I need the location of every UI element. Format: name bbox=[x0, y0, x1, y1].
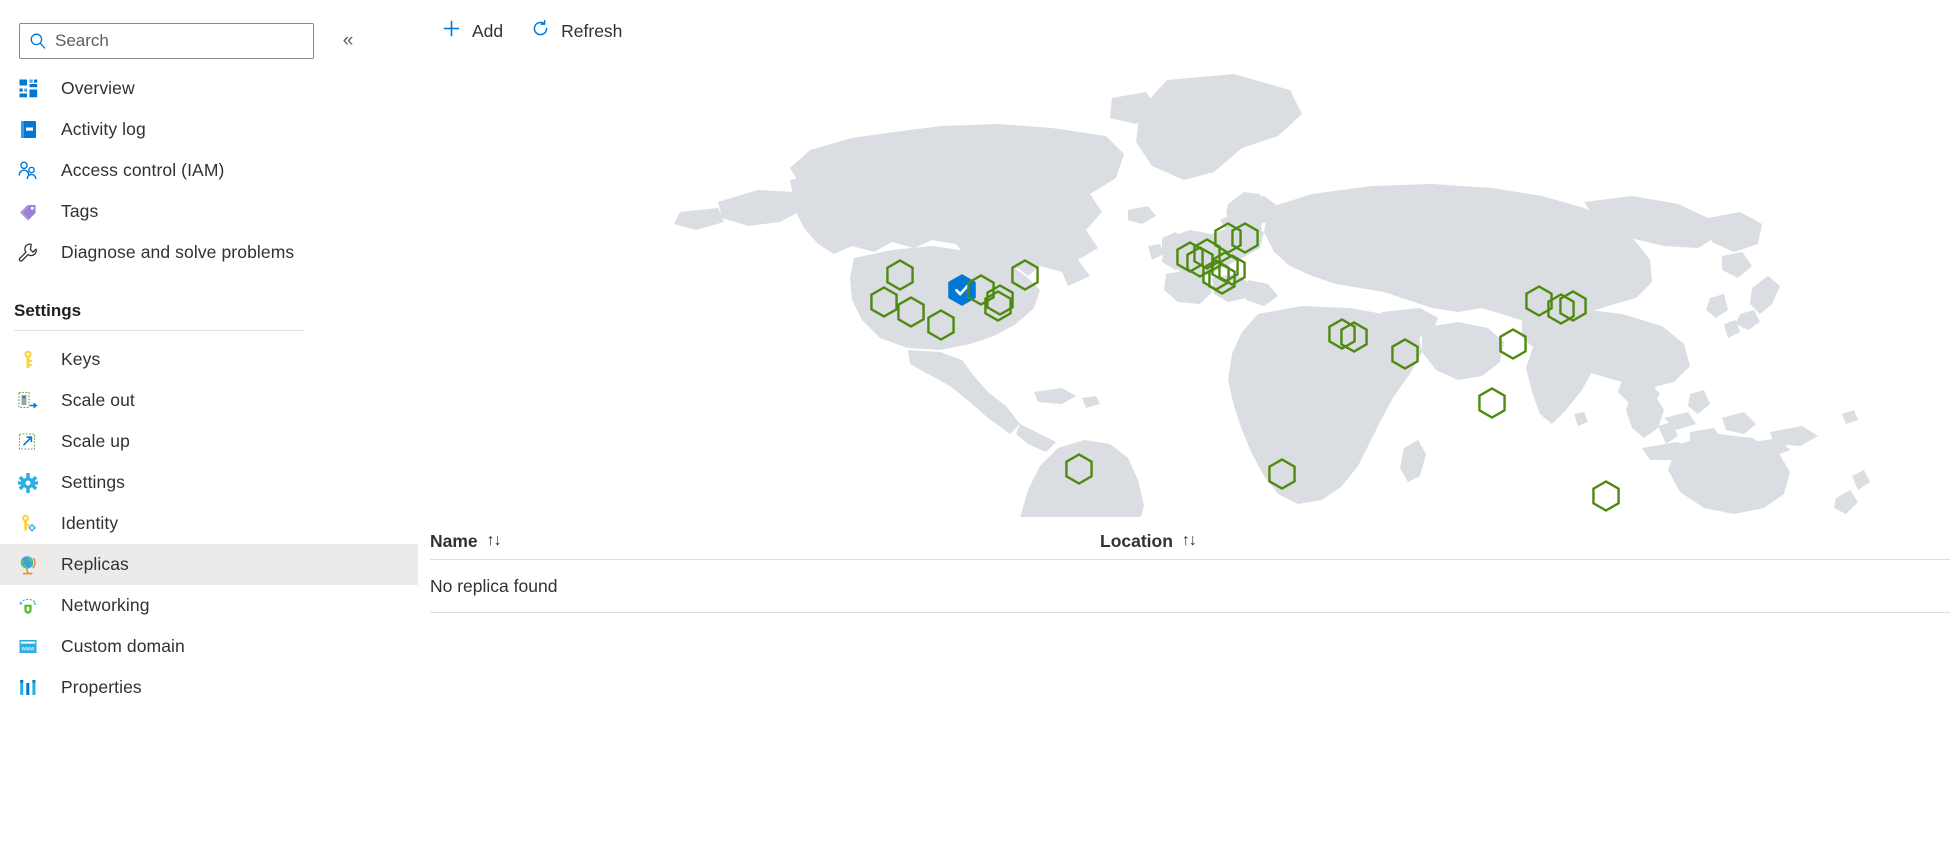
add-button[interactable]: Add bbox=[430, 11, 515, 51]
sidebar-item-label: Access control (IAM) bbox=[61, 160, 224, 181]
sidebar-item-label: Activity log bbox=[61, 119, 146, 140]
replica-world-map[interactable] bbox=[422, 62, 1952, 517]
search-input[interactable] bbox=[47, 25, 287, 57]
sort-arrows-icon: ↑↓ bbox=[487, 532, 501, 550]
sidebar-item-keys[interactable]: Keys bbox=[0, 339, 418, 380]
sidebar-item-tags[interactable]: Tags bbox=[0, 191, 418, 232]
table-header-row: Name ↑↓ Location ↑↓ bbox=[430, 517, 1950, 559]
replicas-main-panel: Add Refresh bbox=[418, 0, 1954, 864]
key-icon bbox=[14, 348, 42, 372]
refresh-button-label: Refresh bbox=[561, 21, 622, 42]
plus-icon bbox=[442, 19, 461, 43]
sidebar-item-label: Replicas bbox=[61, 554, 129, 575]
svg-text:www: www bbox=[21, 646, 36, 652]
scale-up-icon bbox=[14, 430, 42, 454]
sidebar-item-label: Custom domain bbox=[61, 636, 185, 657]
map-landmasses bbox=[674, 74, 1870, 517]
gear-icon bbox=[14, 471, 42, 495]
map-marker-australia-east[interactable] bbox=[1593, 482, 1618, 511]
sidebar-item-label: Scale up bbox=[61, 431, 130, 452]
sidebar-item-identity[interactable]: Identity bbox=[0, 503, 418, 544]
refresh-button[interactable]: Refresh bbox=[519, 11, 634, 51]
column-header-name[interactable]: Name ↑↓ bbox=[430, 531, 1100, 552]
empty-state-message: No replica found bbox=[430, 576, 557, 597]
column-header-location[interactable]: Location ↑↓ bbox=[1100, 531, 1196, 552]
sidebar-item-label: Settings bbox=[61, 472, 125, 493]
sidebar-item-label: Overview bbox=[61, 78, 135, 99]
table-row-divider bbox=[430, 612, 1950, 613]
settings-section-header: Settings bbox=[14, 301, 418, 321]
map-marker-southeast-asia[interactable] bbox=[1479, 389, 1504, 418]
azure-portal-replicas-page: « Overview bbox=[0, 0, 1954, 864]
sidebar-item-replicas[interactable]: Replicas bbox=[0, 544, 418, 585]
sidebar-item-settings[interactable]: Settings bbox=[0, 462, 418, 503]
sidebar-item-scale-up[interactable]: Scale up bbox=[0, 421, 418, 462]
custom-domain-www-icon: www bbox=[14, 635, 42, 659]
map-marker-east-asia[interactable] bbox=[1500, 330, 1525, 359]
sidebar-item-label: Keys bbox=[61, 349, 100, 370]
sidebar-item-label: Tags bbox=[61, 201, 98, 222]
sidebar-item-label: Identity bbox=[61, 513, 118, 534]
sidebar-item-custom-domain[interactable]: www Custom domain bbox=[0, 626, 418, 667]
identity-key-icon bbox=[14, 512, 42, 536]
sidebar-item-properties[interactable]: Properties bbox=[0, 667, 418, 708]
sidebar-item-scale-out[interactable]: Scale out bbox=[0, 380, 418, 421]
overview-grid-icon bbox=[14, 77, 42, 101]
add-button-label: Add bbox=[472, 21, 503, 42]
sidebar-item-label: Properties bbox=[61, 677, 142, 698]
sidebar-item-access-control[interactable]: Access control (IAM) bbox=[0, 150, 418, 191]
access-control-people-icon bbox=[14, 159, 42, 183]
command-toolbar: Add Refresh bbox=[418, 0, 1954, 62]
map-marker-central-us[interactable] bbox=[949, 276, 974, 305]
replicas-table: Name ↑↓ Location ↑↓ No replica found bbox=[430, 517, 1950, 613]
table-empty-row: No replica found bbox=[430, 560, 1950, 612]
world-map-svg[interactable] bbox=[422, 62, 1952, 517]
collapse-sidebar-button[interactable]: « bbox=[332, 25, 364, 57]
sidebar-item-networking[interactable]: Networking bbox=[0, 585, 418, 626]
sort-arrows-icon: ↑↓ bbox=[1182, 532, 1196, 550]
sidebar-item-label: Diagnose and solve problems bbox=[61, 242, 294, 263]
refresh-icon bbox=[531, 19, 550, 43]
sidebar-item-activity-log[interactable]: Activity log bbox=[0, 109, 418, 150]
activity-log-icon bbox=[14, 118, 42, 142]
globe-icon bbox=[14, 553, 42, 577]
resource-menu-sidebar: « Overview bbox=[0, 0, 418, 864]
sidebar-settings-nav: Keys Scale out bbox=[0, 339, 418, 708]
sidebar-item-label: Scale out bbox=[61, 390, 135, 411]
scale-out-icon bbox=[14, 389, 42, 413]
sidebar-top-nav: Overview Activity log bbox=[0, 68, 418, 273]
search-box[interactable] bbox=[19, 23, 314, 59]
search-icon bbox=[29, 32, 47, 50]
column-header-location-label: Location bbox=[1100, 531, 1173, 552]
settings-section-divider bbox=[14, 330, 304, 331]
sidebar-item-overview[interactable]: Overview bbox=[0, 68, 418, 109]
sidebar-search-row: « bbox=[0, 0, 418, 62]
wrench-icon bbox=[14, 241, 42, 265]
sidebar-item-diagnose[interactable]: Diagnose and solve problems bbox=[0, 232, 418, 273]
column-header-name-label: Name bbox=[430, 531, 478, 552]
networking-icon bbox=[14, 594, 42, 618]
sidebar-item-label: Networking bbox=[61, 595, 150, 616]
properties-bars-icon bbox=[14, 676, 42, 700]
tag-icon bbox=[14, 200, 42, 224]
